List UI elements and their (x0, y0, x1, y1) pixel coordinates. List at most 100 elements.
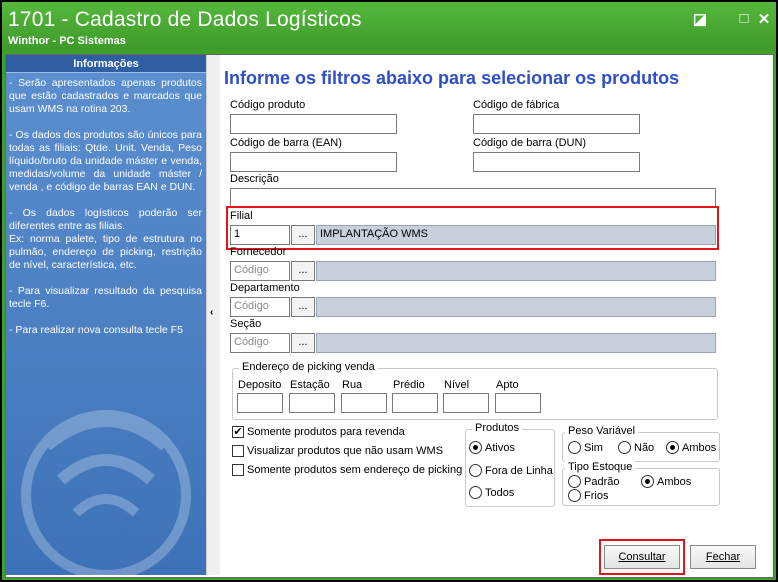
fornecedor-name-field (316, 261, 716, 281)
info-paragraph: - Para visualizar resultado da pesquisa … (9, 285, 202, 310)
visualizar-sem-wms-checkbox[interactable]: Visualizar produtos que não usam WMS (232, 445, 443, 457)
check-mark-icon[interactable]: ✔ (232, 426, 244, 438)
rua-label: Rua (342, 379, 363, 391)
secao-name-field (316, 333, 716, 353)
predio-input[interactable] (392, 393, 438, 413)
codigo-ean-input[interactable] (230, 152, 397, 172)
peso-variavel-title: Peso Variável (565, 425, 639, 437)
window-subtitle: Winthor - PC Sistemas (8, 35, 126, 47)
radio-selected-icon[interactable] (641, 475, 654, 488)
nivel-input[interactable] (443, 393, 489, 413)
radio-selected-icon[interactable] (469, 441, 482, 454)
form-heading: Informe os filtros abaixo para seleciona… (224, 68, 680, 88)
radio-icon[interactable] (618, 441, 631, 454)
filial-name-field: IMPLANTAÇÃO WMS (316, 225, 716, 245)
filial-lookup-button[interactable]: ... (291, 225, 315, 245)
deposito-input[interactable] (237, 393, 283, 413)
filter-form: Informe os filtros abaixo para seleciona… (220, 55, 773, 575)
produtos-todos-label: Todos (485, 486, 515, 499)
codigo-dun-label: Código de barra (DUN) (473, 137, 587, 149)
produtos-ativos-label: Ativos (485, 441, 515, 454)
fechar-button-label: Fechar (705, 551, 741, 563)
info-paragraph: - Serão apresentados apenas produtos que… (9, 77, 202, 115)
produtos-ativos-radio[interactable]: Ativos (469, 441, 515, 454)
estoque-padrao-label: Padrão (584, 475, 620, 488)
info-panel-header: Informações (6, 55, 206, 73)
estacao-input[interactable] (289, 393, 335, 413)
somente-revenda-checkbox[interactable]: ✔ Somente produtos para revenda (232, 426, 405, 438)
peso-sim-radio[interactable]: Sim (568, 441, 603, 454)
estoque-frios-radio[interactable]: Frios (568, 489, 608, 502)
secao-lookup-button[interactable]: ... (291, 333, 315, 353)
close-icon[interactable]: ✕ (754, 10, 774, 28)
produtos-todos-radio[interactable]: Todos (469, 486, 514, 499)
estoque-padrao-radio[interactable]: Padrão (568, 475, 619, 488)
info-paragraph: - Os dados logísticos poderão ser difere… (9, 207, 202, 271)
secao-label: Seção (230, 318, 262, 330)
info-paragraph: - Os dados dos produtos são únicos para … (9, 129, 202, 193)
codigo-dun-input[interactable] (473, 152, 640, 172)
estoque-frios-label: Frios (584, 489, 609, 502)
filial-code-input[interactable]: 1 (230, 225, 290, 245)
radio-icon[interactable] (469, 486, 482, 499)
rua-input[interactable] (341, 393, 387, 413)
peso-sim-label: Sim (584, 441, 603, 454)
radio-icon[interactable] (568, 489, 581, 502)
fornecedor-label: Fornecedor (230, 246, 287, 258)
visualizar-sem-wms-label: Visualizar produtos que não usam WMS (247, 445, 444, 457)
checkbox-box-icon[interactable] (232, 445, 244, 457)
codigo-fabrica-input[interactable] (473, 114, 640, 134)
peso-nao-label: Não (634, 441, 655, 454)
codigo-fabrica-label: Código de fábrica (473, 99, 560, 111)
codigo-produto-input[interactable] (230, 114, 397, 134)
codigo-produto-label: Código produto (230, 99, 306, 111)
secao-code-input[interactable]: Código (230, 333, 290, 353)
predio-label: Prédio (393, 379, 425, 391)
radio-icon[interactable] (469, 464, 482, 477)
apto-input[interactable] (495, 393, 541, 413)
panel-splitter[interactable]: ‹ (206, 55, 220, 575)
deposito-label: Deposito (238, 379, 282, 391)
radio-icon[interactable] (568, 475, 581, 488)
picking-group-title: Endereço de picking venda (239, 361, 378, 373)
app-window: 1701 - Cadastro de Dados Logísticos Wint… (0, 0, 778, 582)
info-panel-text: - Serão apresentados apenas produtos que… (6, 73, 206, 337)
departamento-code-input[interactable]: Código (230, 297, 290, 317)
checkbox-box-icon[interactable] (232, 464, 244, 476)
info-paragraph: - Para realizar nova consulta tecle F5 (9, 324, 183, 336)
departamento-lookup-button[interactable]: ... (291, 297, 315, 317)
window-title: 1701 - Cadastro de Dados Logísticos (8, 8, 362, 31)
produtos-group-title: Produtos (472, 422, 523, 434)
radio-selected-icon[interactable] (666, 441, 679, 454)
produtos-fora-linha-label: Fora de Linha (485, 464, 553, 477)
consultar-button[interactable]: Consultar (604, 545, 680, 569)
tipo-estoque-title: Tipo Estoque (565, 461, 636, 473)
fornecedor-code-input[interactable]: Código (230, 261, 290, 281)
descricao-input[interactable] (230, 188, 716, 208)
estoque-ambos-radio[interactable]: Ambos (641, 475, 691, 488)
radio-icon[interactable] (568, 441, 581, 454)
client-area: Informações - Serão apresentados apenas … (5, 54, 774, 578)
fechar-button[interactable]: Fechar (690, 545, 756, 569)
apto-label: Apto (496, 379, 519, 391)
codigo-ean-label: Código de barra (EAN) (230, 137, 342, 149)
peso-ambos-radio[interactable]: Ambos (666, 441, 716, 454)
maximize-icon[interactable]: □ (734, 10, 754, 27)
peso-ambos-label: Ambos (682, 441, 717, 454)
info-panel: Informações - Serão apresentados apenas … (6, 55, 206, 575)
title-bar[interactable]: 1701 - Cadastro de Dados Logísticos Wint… (2, 2, 776, 50)
collapse-arrow-icon[interactable]: ‹ (210, 307, 213, 318)
peso-nao-radio[interactable]: Não (618, 441, 654, 454)
estoque-ambos-label: Ambos (657, 475, 692, 488)
watermark-logo-icon (21, 410, 191, 575)
departamento-name-field (316, 297, 716, 317)
filial-label: Filial (230, 210, 253, 222)
sem-endereco-picking-checkbox[interactable]: Somente produtos sem endereço de picking (232, 464, 462, 476)
descricao-label: Descrição (230, 173, 279, 185)
restore-icon[interactable]: ◪ (690, 10, 710, 28)
somente-revenda-label: Somente produtos para revenda (247, 426, 405, 438)
produtos-fora-linha-radio[interactable]: Fora de Linha (469, 464, 553, 477)
estacao-label: Estação (290, 379, 330, 391)
sem-endereco-picking-label: Somente produtos sem endereço de picking (247, 464, 463, 476)
fornecedor-lookup-button[interactable]: ... (291, 261, 315, 281)
